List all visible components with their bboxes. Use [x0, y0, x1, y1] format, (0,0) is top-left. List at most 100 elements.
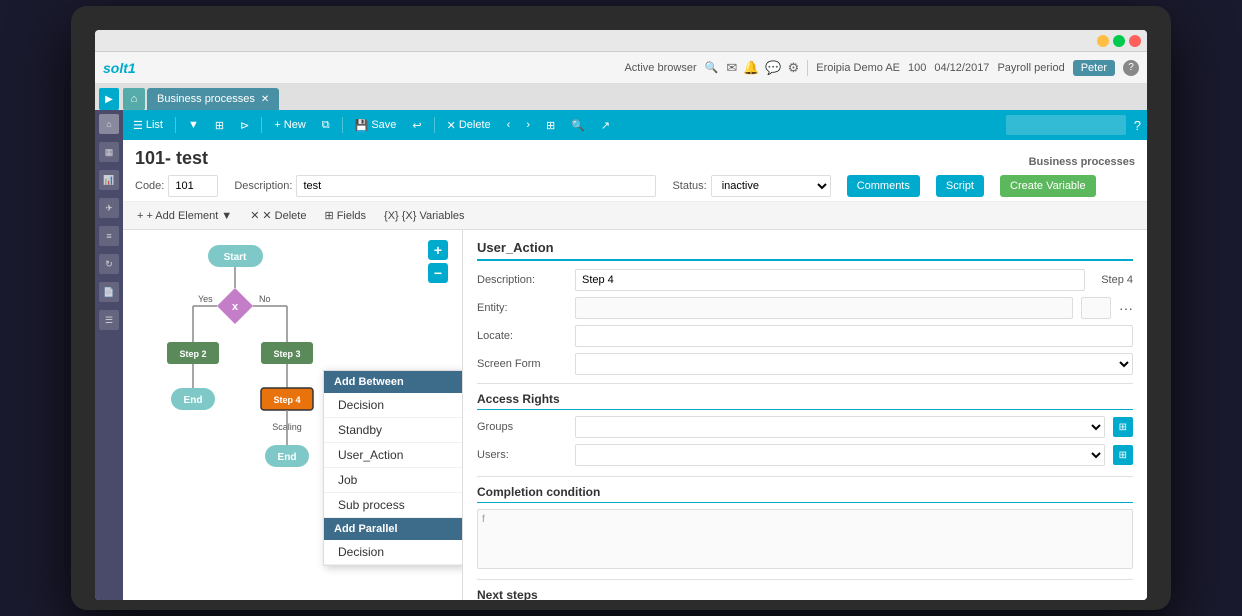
separator [807, 60, 808, 76]
page-title: 101- test [135, 148, 208, 169]
groups-row: Groups ⊞ [477, 416, 1133, 438]
search-icon[interactable]: 🔍 [705, 61, 719, 74]
locate-row: Locate: [477, 325, 1133, 347]
page-meta: Code: Description: Status: inactive acti… [135, 175, 1135, 197]
mail-icon[interactable]: ✉ [726, 60, 737, 76]
save-button[interactable]: 💾 Save [351, 117, 401, 134]
status-select[interactable]: inactive active draft [711, 175, 831, 197]
between-job-item[interactable]: Job [324, 468, 462, 493]
rail-icon-grid[interactable]: ▦ [99, 142, 119, 162]
page-breadcrumb: Business processes [1029, 156, 1135, 168]
home-tab[interactable]: ⌂ [123, 88, 145, 110]
create-variable-button[interactable]: Create Variable [1000, 175, 1096, 197]
groups-add-btn[interactable]: ⊞ [1113, 417, 1133, 437]
user-button[interactable]: Peter [1073, 60, 1115, 76]
svg-text:Step 3: Step 3 [273, 349, 300, 359]
close-btn[interactable] [1129, 35, 1141, 47]
status-label: Status: [672, 180, 706, 192]
header-icons: ✉ 🔔 💬 ⚙ [726, 60, 799, 76]
tab-business-processes[interactable]: Business processes ✕ [147, 88, 279, 110]
delete-icon: ✕ [447, 119, 456, 132]
users-add-btn[interactable]: ⊞ [1113, 445, 1133, 465]
completion-section: Completion condition f [477, 485, 1133, 569]
between-standby-item[interactable]: Standby [324, 418, 462, 443]
description-input[interactable] [575, 269, 1085, 291]
filter-button[interactable]: ▼ [184, 117, 203, 133]
chat-icon[interactable]: 💬 [765, 60, 781, 76]
entity-input[interactable] [575, 297, 1073, 319]
description-input[interactable] [296, 175, 656, 197]
rail-icon-list[interactable]: ☰ [99, 310, 119, 330]
sidebar-toggle[interactable]: ▶ [99, 88, 119, 110]
list-icon: ☰ [133, 119, 143, 132]
users-label: Users: [477, 449, 567, 461]
next-button[interactable]: › [522, 117, 534, 133]
screenform-select[interactable] [575, 353, 1133, 375]
svg-text:End: End [184, 395, 203, 406]
settings-icon[interactable]: ⚙ [788, 60, 800, 76]
main-layout: ⌂ ▦ 📊 ✈ ≡ ↻ 📄 ☰ ☰ List ▼ [95, 110, 1147, 600]
rail-icon-plane[interactable]: ✈ [99, 198, 119, 218]
undo-button[interactable]: ↩ [408, 117, 425, 134]
export-button[interactable]: ↗ [597, 117, 614, 134]
description-right: Step 4 [1101, 274, 1133, 286]
payroll-label: Payroll period [997, 62, 1064, 74]
zoom-in-button[interactable]: 🔍 [567, 117, 589, 134]
header-date: 04/12/2017 [934, 62, 989, 74]
svg-text:Yes: Yes [198, 294, 213, 304]
screenform-row: Screen Form [477, 353, 1133, 375]
right-panel: User_Action Description: Step 4 Entity: … [463, 230, 1147, 600]
locate-input[interactable] [575, 325, 1133, 347]
plus-icon: + [274, 119, 280, 131]
tab-close-icon[interactable]: ✕ [261, 94, 269, 105]
parallel-decision-item[interactable]: Decision [324, 540, 462, 565]
toolbar-search[interactable] [1006, 115, 1126, 135]
expand-button[interactable]: ⊞ [542, 117, 559, 134]
entity-input2[interactable] [1081, 297, 1111, 319]
rail-icon-chart[interactable]: 📊 [99, 170, 119, 190]
rail-icon-doc[interactable]: 📄 [99, 282, 119, 302]
help-icon[interactable]: ? [1123, 60, 1139, 76]
navigate-button[interactable]: ⊳ [236, 117, 253, 134]
users-select[interactable] [575, 444, 1105, 466]
sep4 [434, 117, 435, 133]
access-rights-section: Access Rights Groups ⊞ Users: [477, 392, 1133, 466]
maximize-btn[interactable] [1113, 35, 1125, 47]
rail-icon-bar[interactable]: ≡ [99, 226, 119, 246]
columns-button[interactable]: ⊞ [211, 117, 228, 134]
fields-button[interactable]: ⊞ Fields [320, 207, 370, 224]
variables-icon: {X} [384, 210, 399, 222]
delete-element-button[interactable]: ✕ ✕ Delete [246, 207, 310, 224]
divider3 [477, 579, 1133, 580]
entity-ellipsis[interactable]: ··· [1119, 300, 1133, 316]
between-useraction-item[interactable]: User_Action [324, 443, 462, 468]
groups-select[interactable] [575, 416, 1105, 438]
between-decision-item[interactable]: Decision [324, 393, 462, 418]
groups-label: Groups [477, 421, 567, 433]
completion-box[interactable]: f [477, 509, 1133, 569]
new-button[interactable]: + New [270, 117, 309, 133]
code-input[interactable] [168, 175, 218, 197]
copy-button[interactable]: ⧉ [318, 117, 334, 134]
company-code: 100 [908, 62, 926, 74]
variables-button[interactable]: {X} {X} Variables [380, 208, 468, 224]
minimize-btn[interactable] [1097, 35, 1109, 47]
sep3 [342, 117, 343, 133]
svg-text:Step 2: Step 2 [179, 349, 206, 359]
between-subprocess-item[interactable]: Sub process [324, 493, 462, 518]
script-button[interactable]: Script [936, 175, 984, 197]
prev-button[interactable]: ‹ [503, 117, 515, 133]
list-button[interactable]: ☰ List [129, 117, 167, 134]
svg-text:x: x [232, 301, 239, 313]
rail-icon-refresh[interactable]: ↻ [99, 254, 119, 274]
delete-button[interactable]: ✕ Delete [443, 117, 495, 134]
users-row: Users: ⊞ [477, 444, 1133, 466]
rail-icon-home[interactable]: ⌂ [99, 114, 119, 134]
svg-text:Step 4: Step 4 [273, 395, 300, 405]
bell-icon[interactable]: 🔔 [743, 60, 759, 76]
comments-button[interactable]: Comments [847, 175, 920, 197]
header-right: Active browser 🔍 ✉ 🔔 💬 ⚙ Eroipia Demo AE… [624, 60, 1139, 76]
icon-rail: ⌂ ▦ 📊 ✈ ≡ ↻ 📄 ☰ [95, 110, 123, 600]
add-element-button[interactable]: + + Add Element ▼ [133, 208, 236, 224]
toolbar-help-icon[interactable]: ? [1134, 118, 1141, 133]
